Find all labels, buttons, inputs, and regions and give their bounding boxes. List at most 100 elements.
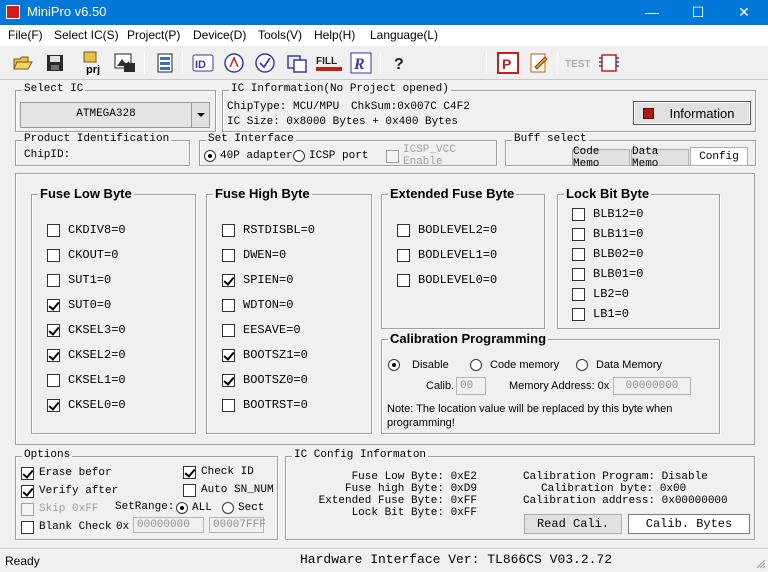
verify-icon[interactable] — [252, 51, 278, 75]
tab-config[interactable]: Config — [690, 147, 748, 166]
checkbox-blb02[interactable] — [572, 247, 585, 261]
fuse-ext-bit-1[interactable]: BODLEVEL1=0 — [397, 248, 497, 262]
blank-check-icon[interactable] — [284, 51, 310, 75]
menu-project[interactable]: Project(P) — [127, 28, 180, 42]
fuse-low-bit-7[interactable]: CKSEL0=0 — [47, 398, 126, 412]
fuse-low-bit-0[interactable]: CKDIV8=0 — [47, 223, 126, 237]
menu-file[interactable]: File(F) — [8, 28, 43, 42]
read-icon[interactable]: R — [348, 51, 374, 75]
range-start-input[interactable]: 00000000 — [133, 517, 204, 533]
ic-select-dropdown[interactable]: ATMEGA328 — [20, 102, 210, 128]
tab-code-memo[interactable]: Code Memo — [572, 146, 630, 170]
verify-after-checkbox[interactable]: Verify after — [21, 484, 118, 498]
fill-icon[interactable]: FILL — [315, 51, 345, 75]
checkbox-bootrst[interactable] — [222, 398, 235, 412]
erase-before-checkbox[interactable]: Erase befor — [21, 466, 112, 480]
fuse-low-bit-5[interactable]: CKSEL2=0 — [47, 348, 126, 362]
checkbox-bootsz0[interactable] — [222, 373, 235, 387]
open-file-icon[interactable] — [10, 51, 36, 75]
buffer-icon[interactable] — [152, 51, 178, 75]
radio-icsp-port[interactable]: ICSP port — [293, 149, 368, 163]
radio-range-all[interactable]: ALL — [176, 501, 212, 515]
information-button[interactable]: Information — [633, 101, 751, 125]
close-button[interactable]: ✕ — [721, 0, 767, 25]
save-image-icon[interactable] — [112, 51, 138, 75]
checkbox-cksel0[interactable] — [47, 398, 60, 412]
checkbox-blb12[interactable] — [572, 207, 585, 221]
menu-help[interactable]: Help(H) — [314, 28, 355, 42]
checkbox-ckout[interactable] — [47, 248, 60, 262]
fuse-high-bit-3[interactable]: WDTON=0 — [222, 298, 293, 312]
fuse-low-bit-4[interactable]: CKSEL3=0 — [47, 323, 126, 337]
fuse-high-bit-2[interactable]: SPIEN=0 — [222, 273, 293, 287]
checkbox-sut0[interactable] — [47, 298, 60, 312]
fuse-low-bit-1[interactable]: CKOUT=0 — [47, 248, 118, 262]
checkbox-dwen[interactable] — [222, 248, 235, 262]
lock-bit-4[interactable]: LB2=0 — [572, 287, 629, 301]
fuse-high-bit-5[interactable]: BOOTSZ1=0 — [222, 348, 308, 362]
project-icon[interactable]: prj — [80, 51, 110, 75]
erase-icon[interactable] — [221, 51, 247, 75]
icsp-vcc-checkbox[interactable]: ICSP_VCC Enable — [386, 144, 496, 168]
checkbox-cksel2[interactable] — [47, 348, 60, 362]
radio-calib-disable[interactable]: Disable — [388, 358, 449, 372]
checkbox-spien[interactable] — [222, 273, 235, 287]
auto-sn-checkbox[interactable]: Auto SN_NUM — [183, 483, 274, 497]
menu-select-ic[interactable]: Select IC(S) — [54, 28, 119, 42]
checkbox-bodlevel1[interactable] — [397, 248, 410, 262]
checkbox-cksel1[interactable] — [47, 373, 60, 387]
fuse-high-bit-4[interactable]: EESAVE=0 — [222, 323, 301, 337]
checkbox-cksel3[interactable] — [47, 323, 60, 337]
tab-data-memo[interactable]: Data Memo — [631, 146, 689, 170]
program-icon[interactable]: P — [495, 51, 521, 75]
memory-address-input[interactable]: 00000000 — [613, 377, 691, 395]
checkbox-bootsz1[interactable] — [222, 348, 235, 362]
fuse-high-bit-7[interactable]: BOOTRST=0 — [222, 398, 308, 412]
read-cali-button[interactable]: Read Cali. — [524, 514, 622, 534]
radio-range-sect[interactable]: Sect — [222, 501, 264, 515]
lock-bit-0[interactable]: BLB12=0 — [572, 207, 643, 221]
chevron-down-icon[interactable] — [191, 103, 209, 127]
fuse-high-bit-0[interactable]: RSTDISBL=0 — [222, 223, 315, 237]
menu-device[interactable]: Device(D) — [193, 28, 246, 42]
checkbox-blb01[interactable] — [572, 267, 585, 281]
minimize-button[interactable]: — — [629, 0, 675, 25]
checkbox-lb2[interactable] — [572, 287, 585, 301]
radio-40p-adapter[interactable]: 40P adapter — [204, 149, 293, 163]
checkbox-blb11[interactable] — [572, 227, 585, 241]
checkbox-wdton[interactable] — [222, 298, 235, 312]
checkbox-lb1[interactable] — [572, 307, 585, 321]
range-end-input[interactable]: 00007FFF — [209, 517, 266, 533]
chip-icon[interactable] — [596, 51, 622, 75]
checkbox-bodlevel0[interactable] — [397, 273, 410, 287]
checkbox-ckdiv8[interactable] — [47, 223, 60, 237]
fuse-high-bit-1[interactable]: DWEN=0 — [222, 248, 286, 262]
read-id-icon[interactable]: ID — [190, 51, 216, 75]
fuse-high-bit-6[interactable]: BOOTSZ0=0 — [222, 373, 308, 387]
maximize-button[interactable]: ☐ — [675, 0, 721, 25]
save-icon[interactable] — [42, 51, 68, 75]
test-icon[interactable]: TEST — [563, 51, 593, 75]
check-id-checkbox[interactable]: Check ID — [183, 465, 254, 479]
lock-bit-1[interactable]: BLB11=0 — [572, 227, 643, 241]
menu-language[interactable]: Language(L) — [370, 28, 438, 42]
fuse-low-bit-6[interactable]: CKSEL1=0 — [47, 373, 126, 387]
fuse-low-bit-2[interactable]: SUT1=0 — [47, 273, 111, 287]
resize-grip-icon[interactable] — [756, 558, 766, 569]
help-icon[interactable]: ? — [386, 51, 412, 75]
edit-config-icon[interactable] — [526, 51, 552, 75]
radio-calib-code-memory[interactable]: Code memory — [470, 358, 559, 372]
calib-bytes-button[interactable]: Calib. Bytes — [628, 514, 750, 534]
radio-calib-data-memory[interactable]: Data Memory — [576, 358, 662, 372]
fuse-low-bit-3[interactable]: SUT0=0 — [47, 298, 111, 312]
blank-check-checkbox[interactable]: Blank Check — [21, 520, 112, 534]
fuse-ext-bit-0[interactable]: BODLEVEL2=0 — [397, 223, 497, 237]
checkbox-sut1[interactable] — [47, 273, 60, 287]
menu-tools[interactable]: Tools(V) — [258, 28, 302, 42]
lock-bit-5[interactable]: LB1=0 — [572, 307, 629, 321]
calib-byte-input[interactable]: 00 — [456, 377, 486, 395]
lock-bit-2[interactable]: BLB02=0 — [572, 247, 643, 261]
checkbox-rstdisbl[interactable] — [222, 223, 235, 237]
fuse-ext-bit-2[interactable]: BODLEVEL0=0 — [397, 273, 497, 287]
skip-0xff-checkbox[interactable]: Skip 0xFF — [21, 502, 98, 516]
